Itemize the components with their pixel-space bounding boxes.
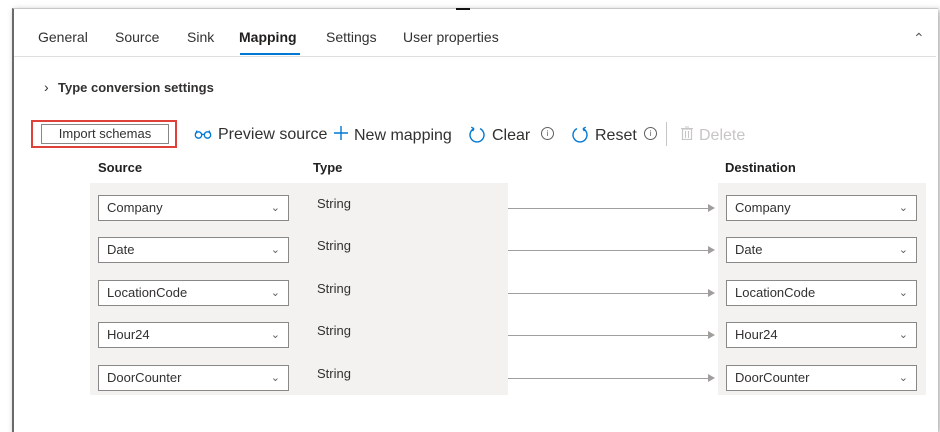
tab-user-properties[interactable]: User properties xyxy=(403,29,499,45)
source-column-header: Source xyxy=(98,160,143,175)
clear-icon xyxy=(468,126,486,145)
type-value: String xyxy=(317,281,351,296)
source-value: LocationCode xyxy=(107,285,188,300)
tab-settings[interactable]: Settings xyxy=(326,29,377,45)
arrow-right-icon xyxy=(708,374,715,382)
mapping-line xyxy=(508,293,712,294)
destination-value: Company xyxy=(735,200,791,215)
type-column-header: Type xyxy=(313,160,343,175)
chevron-right-icon: › xyxy=(44,79,49,95)
type-conversion-settings-toggle[interactable]: › Type conversion settings xyxy=(44,79,214,95)
tab-source[interactable]: Source xyxy=(115,29,159,45)
type-conversion-label: Type conversion settings xyxy=(58,80,214,95)
clear-info-icon[interactable]: i xyxy=(541,127,554,140)
tab-general[interactable]: General xyxy=(38,29,88,45)
destination-value: Hour24 xyxy=(735,327,778,342)
preview-source-button[interactable]: Preview source xyxy=(194,126,327,144)
tab-sink[interactable]: Sink xyxy=(187,29,214,45)
reset-button[interactable]: Reset xyxy=(571,126,637,145)
chevron-up-icon[interactable]: ⌃ xyxy=(913,30,925,47)
trash-icon xyxy=(681,126,693,145)
destination-value: Date xyxy=(735,242,763,257)
active-tab-indicator xyxy=(240,53,300,55)
chevron-down-icon: ⌄ xyxy=(898,202,908,214)
destination-select[interactable]: Company ⌄ xyxy=(726,195,917,221)
source-value: Hour24 xyxy=(107,327,150,342)
mapping-line xyxy=(508,378,712,379)
source-select[interactable]: Hour24 ⌄ xyxy=(98,322,289,348)
source-value: Company xyxy=(107,200,163,215)
source-value: DoorCounter xyxy=(107,370,182,385)
source-select[interactable]: Date ⌄ xyxy=(98,237,289,263)
source-value: Date xyxy=(107,242,135,257)
chevron-down-icon: ⌄ xyxy=(898,287,908,299)
chevron-down-icon: ⌄ xyxy=(270,287,280,299)
chevron-down-icon: ⌄ xyxy=(270,244,280,256)
chevron-down-icon: ⌄ xyxy=(898,329,908,341)
destination-value: DoorCounter xyxy=(735,370,810,385)
type-value: String xyxy=(317,323,351,338)
tab-divider xyxy=(14,56,936,57)
new-mapping-button[interactable]: New mapping xyxy=(334,126,452,145)
source-select[interactable]: LocationCode ⌄ xyxy=(98,280,289,306)
toolbar-divider xyxy=(666,122,667,146)
destination-select[interactable]: LocationCode ⌄ xyxy=(726,280,917,306)
arrow-right-icon xyxy=(708,246,715,254)
delete-label: Delete xyxy=(699,127,746,144)
source-select[interactable]: DoorCounter ⌄ xyxy=(98,365,289,391)
destination-select[interactable]: Date ⌄ xyxy=(726,237,917,263)
destination-column-header: Destination xyxy=(725,160,796,175)
reset-info-icon[interactable]: i xyxy=(644,127,657,140)
chevron-down-icon: ⌄ xyxy=(898,372,908,384)
drag-handle[interactable] xyxy=(456,8,470,10)
clear-label: Clear xyxy=(492,127,531,144)
mapping-line xyxy=(508,335,712,336)
glasses-icon xyxy=(194,126,212,144)
reset-label: Reset xyxy=(595,127,637,144)
type-value: String xyxy=(317,238,351,253)
arrow-right-icon xyxy=(708,331,715,339)
new-mapping-label: New mapping xyxy=(354,127,452,144)
destination-value: LocationCode xyxy=(735,285,816,300)
arrow-right-icon xyxy=(708,204,715,212)
destination-select[interactable]: Hour24 ⌄ xyxy=(726,322,917,348)
preview-source-label: Preview source xyxy=(218,126,328,143)
destination-select[interactable]: DoorCounter ⌄ xyxy=(726,365,917,391)
clear-button[interactable]: Clear xyxy=(468,126,530,145)
chevron-down-icon: ⌄ xyxy=(270,329,280,341)
reset-icon xyxy=(571,126,589,145)
import-schemas-button[interactable]: Import schemas xyxy=(41,124,169,144)
source-select[interactable]: Company ⌄ xyxy=(98,195,289,221)
mapping-line xyxy=(508,250,712,251)
type-value: String xyxy=(317,366,351,381)
type-value: String xyxy=(317,196,351,211)
chevron-down-icon: ⌄ xyxy=(270,372,280,384)
mapping-line xyxy=(508,208,712,209)
plus-icon xyxy=(334,126,348,145)
delete-button[interactable]: Delete xyxy=(681,126,745,145)
arrow-right-icon xyxy=(708,289,715,297)
chevron-down-icon: ⌄ xyxy=(270,202,280,214)
tab-mapping[interactable]: Mapping xyxy=(239,29,297,45)
chevron-down-icon: ⌄ xyxy=(898,244,908,256)
